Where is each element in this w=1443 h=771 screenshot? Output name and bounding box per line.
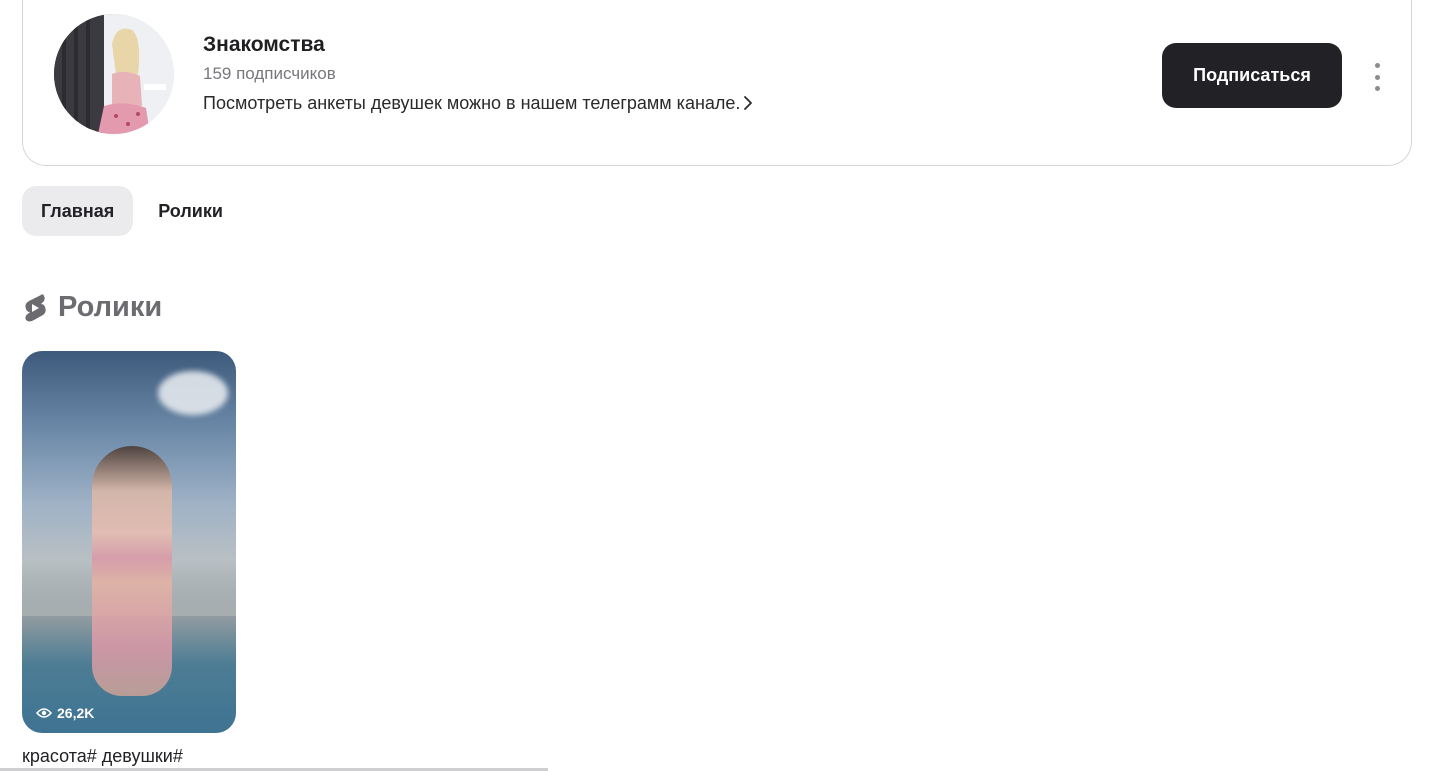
video-title[interactable]: красота# девушки#: [22, 745, 236, 767]
channel-description-text: Посмотреть анкеты девушек можно в нашем …: [203, 93, 741, 113]
tab-shorts[interactable]: Ролики: [139, 186, 242, 236]
eye-icon: [36, 708, 52, 718]
thumbnail-person: [92, 446, 172, 696]
channel-header-card: Знакомства 159 подписчиков Посмотреть ан…: [22, 0, 1412, 166]
view-count: 26,2K: [36, 705, 94, 721]
channel-avatar[interactable]: [54, 14, 174, 134]
subscriber-count: 159 подписчиков: [203, 64, 336, 83]
thumbnail-cloud: [158, 371, 228, 415]
more-options-button[interactable]: [1363, 60, 1391, 94]
channel-info: Знакомства 159 подписчиков Посмотреть ан…: [203, 32, 754, 114]
avatar-photo-icon: [54, 14, 174, 134]
channel-page: Знакомства 159 подписчиков Посмотреть ан…: [0, 0, 1443, 771]
view-count-text: 26,2K: [57, 705, 95, 721]
section-title: Ролики: [58, 291, 163, 323]
video-thumbnail[interactable]: 26,2K: [22, 351, 236, 733]
shorts-section-heading: Ролики: [22, 289, 162, 325]
more-dot: [1374, 86, 1380, 91]
more-dot: [1374, 74, 1380, 80]
more-dot: [1374, 63, 1380, 68]
tab-home[interactable]: Главная: [22, 186, 134, 236]
channel-tabs: Главная Ролики: [22, 186, 242, 236]
shorts-icon: [25, 294, 46, 322]
channel-description[interactable]: Посмотреть анкеты девушек можно в нашем …: [203, 92, 754, 114]
short-video-card[interactable]: 26,2K красота# девушки#: [22, 351, 236, 767]
channel-name[interactable]: Знакомства: [203, 32, 754, 58]
subscribe-button[interactable]: Подписаться: [1162, 43, 1342, 108]
chevron-right-icon: [744, 96, 753, 110]
